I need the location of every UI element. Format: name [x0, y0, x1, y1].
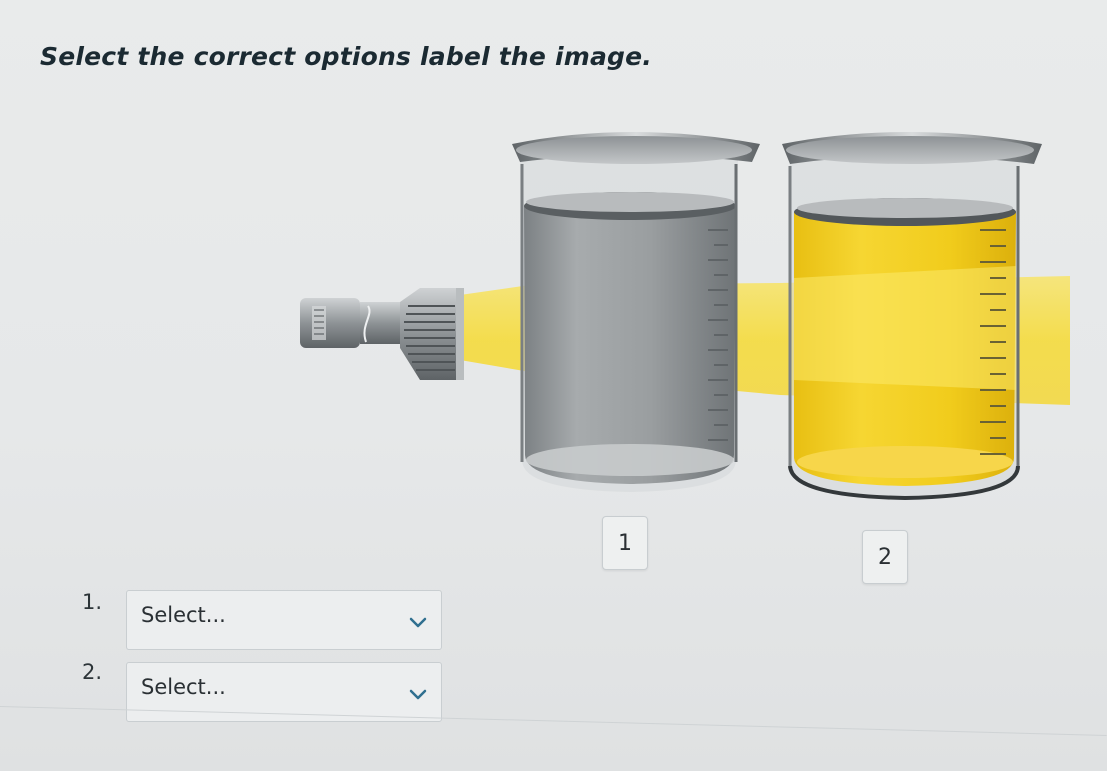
answer-1-number: 1. — [82, 590, 103, 614]
chevron-down-icon — [409, 617, 427, 628]
beaker-label-1[interactable]: 1 — [602, 516, 648, 570]
answer-2-select-value: Select... — [141, 675, 226, 699]
beaker-label-2[interactable]: 2 — [862, 530, 908, 584]
chevron-down-icon — [409, 689, 427, 700]
beaker-label-2-text: 2 — [878, 544, 892, 570]
answer-1-select[interactable]: Select... — [126, 590, 442, 650]
question-title: Select the correct options label the ima… — [40, 42, 653, 71]
beaker-label-1-text: 1 — [618, 530, 632, 556]
answer-2-number: 2. — [82, 660, 103, 684]
beaker-2 — [782, 132, 1042, 501]
flashlight-icon — [300, 288, 464, 380]
answer-1-select-value: Select... — [141, 603, 226, 627]
beaker-1 — [512, 132, 760, 492]
tyndall-figure — [290, 110, 1080, 510]
figure-illustration — [300, 132, 1070, 501]
